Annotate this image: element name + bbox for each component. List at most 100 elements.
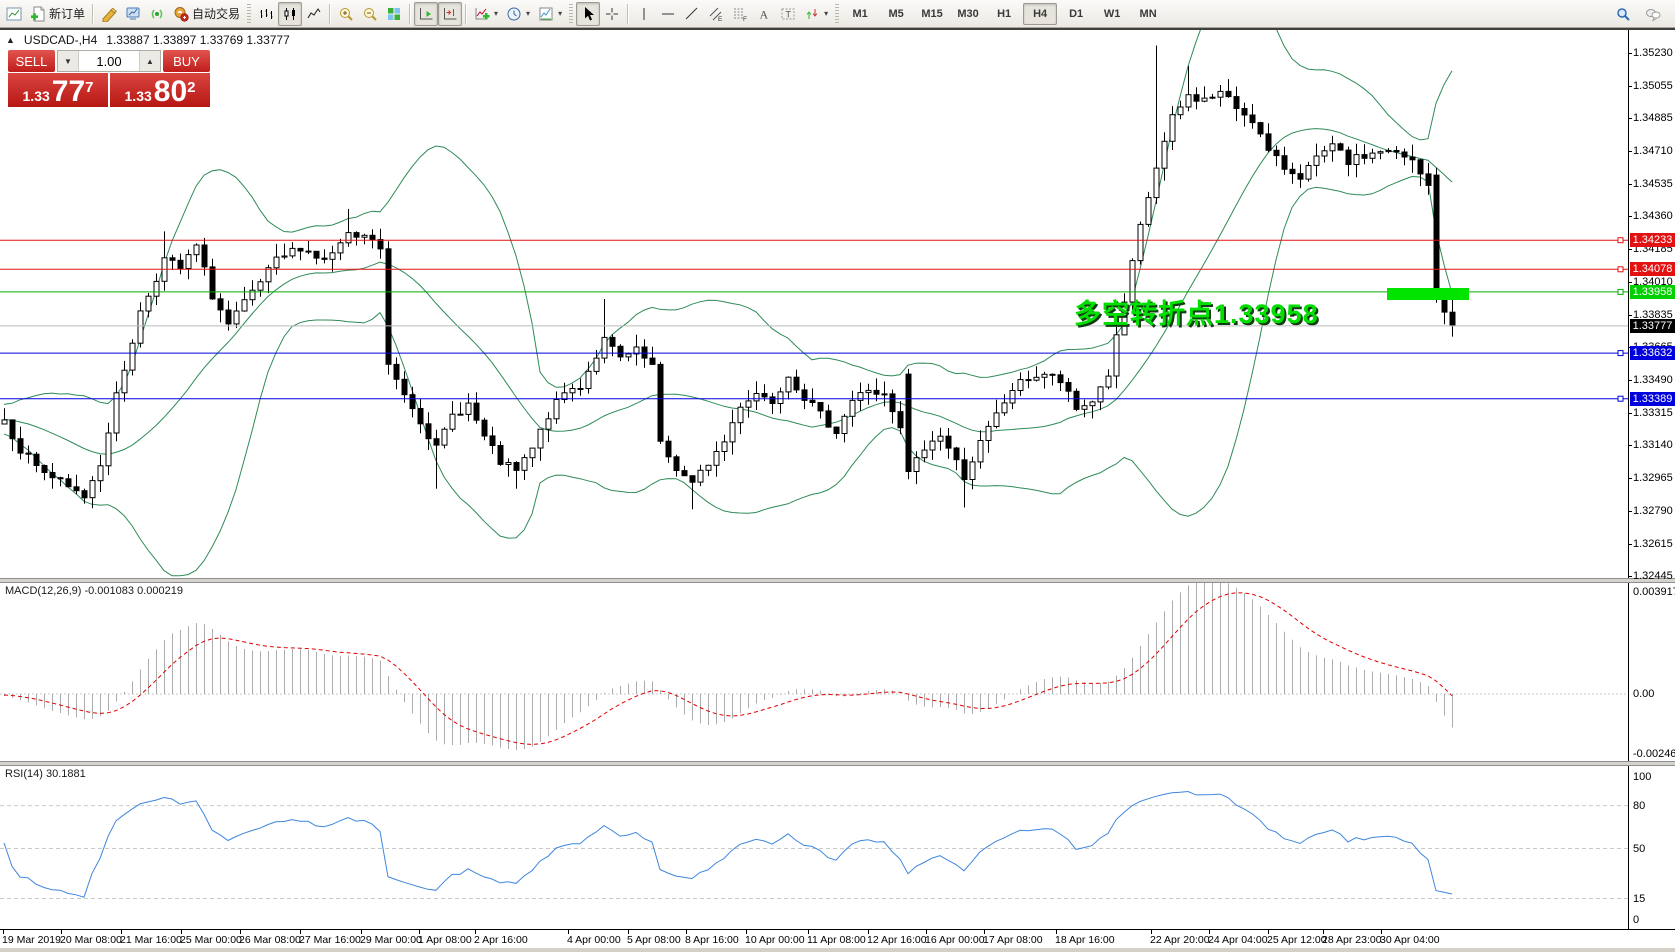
time-axis-tick — [1151, 930, 1152, 934]
main-chart-canvas[interactable] — [0, 30, 1629, 578]
time-axis[interactable]: 19 Mar 201920 Mar 08:0021 Mar 16:0025 Ma… — [0, 929, 1675, 948]
axis-tick-label: 1.33490 — [1633, 374, 1675, 386]
channel-icon: E — [708, 6, 724, 22]
styler-button[interactable] — [97, 2, 121, 26]
dropdown-caret-icon[interactable]: ▾ — [526, 9, 530, 18]
highlight-rectangle[interactable] — [1387, 288, 1469, 300]
macd-pane-canvas[interactable] — [0, 583, 1629, 761]
dropdown-caret-icon[interactable]: ▾ — [494, 9, 498, 18]
price-line-badge: 1.34233 — [1630, 233, 1675, 247]
sell-price-main: 77 — [52, 79, 85, 105]
cursor-button[interactable] — [576, 2, 600, 26]
macd-axis-label: 0.00 — [1633, 688, 1675, 700]
line-chart-button[interactable] — [302, 2, 326, 26]
rsi-pane-canvas[interactable] — [0, 766, 1629, 929]
time-axis-label: 18 Apr 16:00 — [1055, 934, 1115, 946]
new-order-button[interactable]: 新订单 — [26, 2, 89, 26]
bar-chart-button[interactable] — [254, 2, 278, 26]
trendline-button[interactable] — [680, 2, 704, 26]
chart-shift-button[interactable] — [438, 2, 462, 26]
text-label-button[interactable]: T — [776, 2, 800, 26]
axis-tick — [1628, 576, 1632, 577]
autotrading-button-label: 自动交易 — [192, 5, 240, 22]
sell-button[interactable]: SELL — [8, 50, 55, 72]
candle-chart-button[interactable] — [278, 2, 302, 26]
chart-annotation-text[interactable]: 多空转折点1.33958 — [1074, 292, 1319, 331]
vertical-line-button[interactable] — [632, 2, 656, 26]
time-axis-label: 24 Apr 04:00 — [1208, 934, 1268, 946]
axis-tick — [1628, 282, 1632, 283]
signals-button[interactable] — [145, 2, 169, 26]
timeframe-mn[interactable]: MN — [1131, 3, 1165, 25]
tile-windows-button[interactable] — [382, 2, 406, 26]
volume-increase-button[interactable]: ▲ — [140, 51, 160, 71]
axis-tick — [1628, 216, 1632, 217]
chartmini-icon — [6, 6, 22, 22]
axis-tick-label: 1.35230 — [1633, 47, 1675, 59]
community-chat-button[interactable] — [1641, 2, 1665, 26]
timeframe-m30[interactable]: M30 — [951, 3, 985, 25]
time-axis-label: 16 Apr 00:00 — [925, 934, 985, 946]
timeframe-m1[interactable]: M1 — [843, 3, 877, 25]
time-axis-tick — [628, 930, 629, 934]
fibonacci-button[interactable]: F — [728, 2, 752, 26]
auto-scroll-button[interactable] — [414, 2, 438, 26]
candlechart-icon — [282, 6, 298, 22]
indicators-button[interactable]: ▾ — [470, 2, 502, 26]
templates-button[interactable]: ▾ — [534, 2, 566, 26]
buy-price[interactable]: 1.33 80 2 — [110, 73, 210, 107]
rsi-axis-label: 15 — [1633, 893, 1675, 905]
sell-price[interactable]: 1.33 77 7 — [8, 73, 108, 107]
templates-icon — [538, 6, 554, 22]
sell-price-prefix: 1.33 — [23, 88, 50, 105]
time-axis-label: 10 Apr 00:00 — [745, 934, 805, 946]
indicators-icon — [474, 6, 490, 22]
time-axis-tick — [1268, 930, 1269, 934]
timeframe-m15[interactable]: M15 — [915, 3, 949, 25]
timeframe-group: M1M5M15M30H1H4D1W1MN — [842, 3, 1166, 25]
arrows-button[interactable]: ▾ — [800, 2, 832, 26]
zoom-out-button[interactable] — [358, 2, 382, 26]
arrows-icon — [804, 6, 820, 22]
crosshair-icon — [604, 6, 620, 22]
time-axis-tick — [240, 930, 241, 934]
toolbar-separator — [627, 4, 629, 24]
axis-tick — [1628, 413, 1632, 414]
timeframe-m5[interactable]: M5 — [879, 3, 913, 25]
timeframe-w1[interactable]: W1 — [1095, 3, 1129, 25]
window-menu-icon[interactable] — [2, 2, 26, 26]
buy-button[interactable]: BUY — [163, 50, 210, 72]
time-axis-tick — [1056, 930, 1057, 934]
toolbar-separator — [465, 4, 467, 24]
volume-decrease-button[interactable]: ▼ — [58, 51, 78, 71]
horizontal-line-button[interactable] — [656, 2, 680, 26]
text-button[interactable]: A — [752, 2, 776, 26]
timeframe-d1[interactable]: D1 — [1059, 3, 1093, 25]
timeframe-h1[interactable]: H1 — [987, 3, 1021, 25]
collapse-panel-icon[interactable]: ▲ — [6, 35, 15, 45]
periods-button[interactable]: ▾ — [502, 2, 534, 26]
timeframe-h4[interactable]: H4 — [1023, 3, 1057, 25]
autotrading-button[interactable]: 自动交易 — [169, 2, 244, 26]
time-axis-tick — [3, 930, 4, 934]
trendline-icon — [684, 6, 700, 22]
svg-text:E: E — [718, 16, 723, 22]
volume-input[interactable]: 1.00 — [78, 51, 140, 71]
vline-icon — [636, 6, 652, 22]
channel-button[interactable]: E — [704, 2, 728, 26]
crosshair-button[interactable] — [600, 2, 624, 26]
ohlc-values: 1.33887 1.33897 1.33769 1.33777 — [106, 33, 290, 47]
axis-tick — [1628, 478, 1632, 479]
axis-tick — [1628, 511, 1632, 512]
autoscroll-icon — [418, 6, 434, 22]
search-button[interactable] — [1611, 2, 1635, 26]
toolbar-separator — [329, 4, 331, 24]
dropdown-caret-icon[interactable]: ▾ — [558, 9, 562, 18]
time-axis-tick — [686, 930, 687, 934]
dropdown-caret-icon[interactable]: ▾ — [824, 9, 828, 18]
barchart-icon — [258, 6, 274, 22]
time-axis-label: 2 Apr 16:00 — [474, 934, 528, 946]
zoom-in-button[interactable] — [334, 2, 358, 26]
chart-ohlc-header: ▲ USDCAD-,H4 1.33887 1.33897 1.33769 1.3… — [6, 33, 290, 47]
profiles-button[interactable] — [121, 2, 145, 26]
